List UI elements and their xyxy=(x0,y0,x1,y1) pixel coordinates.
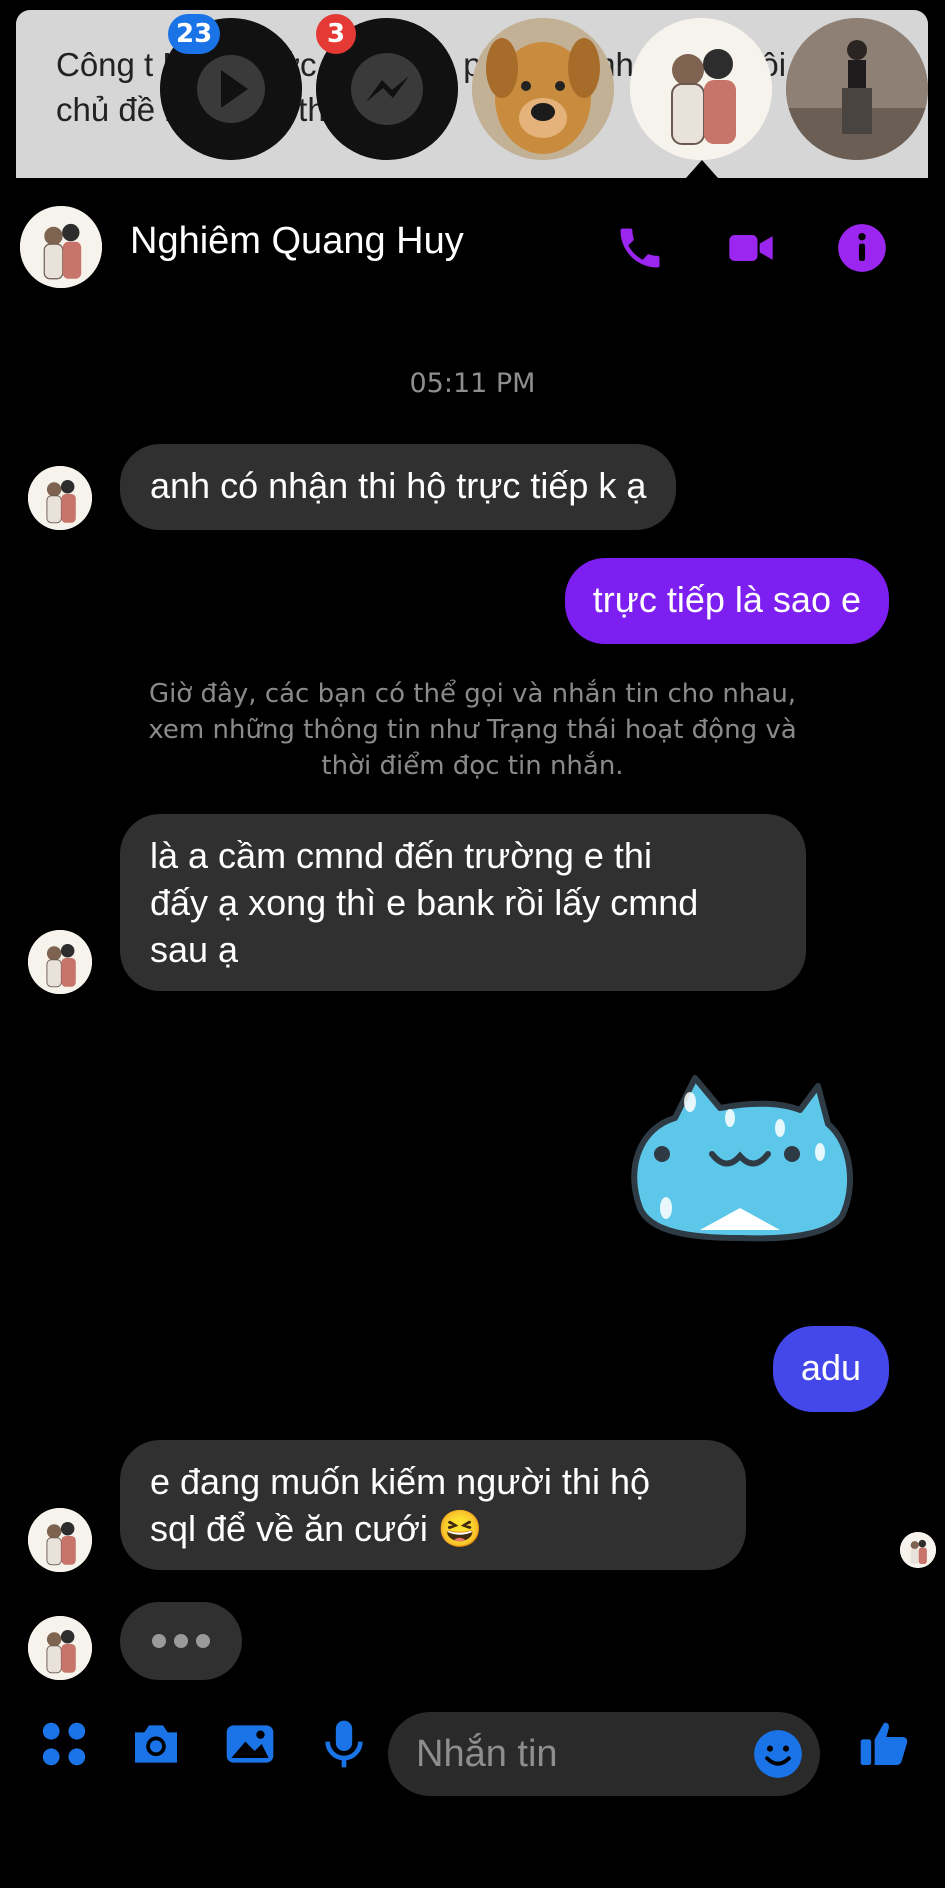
typing-indicator xyxy=(120,1602,242,1680)
contact-small-avatar-icon xyxy=(28,1508,92,1572)
conversation-info-text: Giờ đây, các bạn có thể gọi và nhắn tin … xyxy=(148,679,797,781)
contact-small-avatar-icon xyxy=(28,930,92,994)
typing-dot xyxy=(196,1634,210,1648)
dog-avatar-icon xyxy=(472,18,614,160)
thumbs-up-icon[interactable] xyxy=(856,1716,912,1772)
emoji-icon[interactable] xyxy=(752,1728,804,1780)
info-icon[interactable] xyxy=(836,222,888,274)
contact-small-avatar xyxy=(28,466,92,530)
contact-small-avatar xyxy=(28,930,92,994)
conversation-panel: Nghiêm Quang Huy 05:11 PM anh có nhận th… xyxy=(0,178,945,1888)
phone-call-icon[interactable] xyxy=(614,222,666,274)
image-icon[interactable] xyxy=(222,1716,278,1772)
contact-small-avatar xyxy=(28,1616,92,1680)
selected-head-pointer xyxy=(686,160,718,178)
couple-head[interactable] xyxy=(630,18,772,160)
incoming-message[interactable]: anh có nhận thi hộ trực tiếp k ạ xyxy=(120,444,677,530)
incoming-message[interactable]: là a cầm cmnd đến trường e thi đấy ạ xon… xyxy=(120,814,806,991)
contact-name[interactable]: Nghiêm Quang Huy xyxy=(130,220,464,263)
blue-cat-sticker[interactable] xyxy=(620,1058,860,1258)
messenger-badge: 3 xyxy=(316,14,356,54)
contact-small-avatar-icon xyxy=(28,1616,92,1680)
person-head[interactable] xyxy=(786,18,928,160)
incoming-message[interactable]: e đang muốn kiếm người thi hộ sql để về … xyxy=(120,1440,746,1570)
dog-head[interactable] xyxy=(472,18,614,160)
contact-avatar[interactable] xyxy=(20,206,102,288)
seen-receipt-avatar-icon xyxy=(900,1532,936,1568)
typing-dot xyxy=(152,1634,166,1648)
typing-dot xyxy=(174,1634,188,1648)
video-call-icon[interactable] xyxy=(722,222,780,274)
person-avatar-icon xyxy=(786,18,928,160)
apps-icon[interactable] xyxy=(36,1716,92,1772)
conversation-header: Nghiêm Quang Huy xyxy=(0,178,945,318)
mic-icon[interactable] xyxy=(316,1716,372,1772)
message-timestamp: 05:11 PM xyxy=(409,368,536,399)
outgoing-message[interactable]: adu xyxy=(772,1326,889,1412)
video-app-badge: 23 xyxy=(168,14,221,54)
contact-small-avatar xyxy=(28,1508,92,1572)
camera-icon[interactable] xyxy=(128,1716,184,1772)
couple-avatar-icon xyxy=(630,18,772,160)
seen-receipt-avatar xyxy=(900,1532,936,1568)
contact-small-avatar-icon xyxy=(28,466,92,530)
contact-avatar-icon xyxy=(20,206,102,288)
outgoing-message[interactable]: trực tiếp là sao e xyxy=(564,558,889,644)
